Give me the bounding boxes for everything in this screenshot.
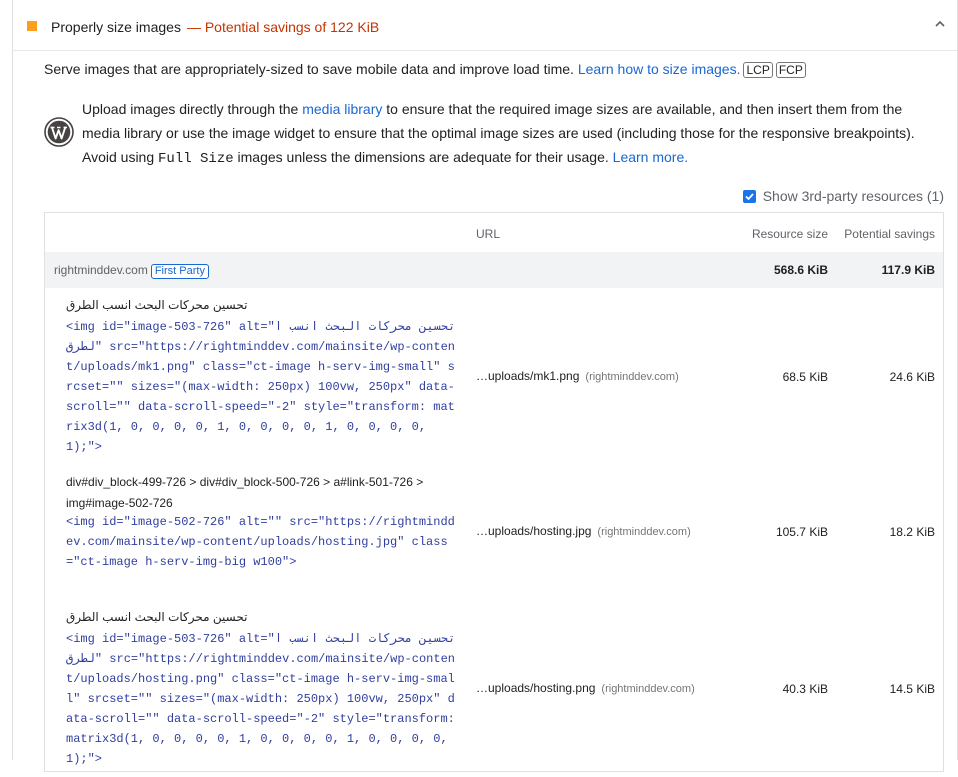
resources-table: URL Resource size Potential savings righ… xyxy=(44,212,944,772)
url-cell[interactable]: …uploads/hosting.jpg (rightminddev.com) xyxy=(476,524,691,538)
learn-more-link[interactable]: Learn more. xyxy=(613,149,688,165)
url-column-header: URL xyxy=(476,227,501,241)
origin-name: rightminddev.com xyxy=(54,263,148,277)
potential-savings-cell: 14.5 KiB xyxy=(889,682,935,696)
audit-panel: Properly size images — Potential savings … xyxy=(12,0,958,772)
potential-savings-cell: 24.6 KiB xyxy=(889,370,935,384)
full-size-code: Full Size xyxy=(158,151,234,167)
url-host: (rightminddev.com) xyxy=(597,526,691,538)
node-label: div#div_block-499-726 > div#div_block-50… xyxy=(66,475,424,510)
fcp-tag: FCP xyxy=(775,62,806,78)
lcp-tag: LCP xyxy=(743,62,773,78)
url-host: (rightminddev.com) xyxy=(601,683,695,695)
group-row: rightminddev.com First Party 568.6 KiB 11… xyxy=(45,252,943,288)
group-resource-size: 568.6 KiB xyxy=(773,263,828,277)
resource-size-cell: 68.5 KiB xyxy=(782,370,828,384)
table-row[interactable]: تحسين محركات البحث انسب الطرق <img id="i… xyxy=(45,607,943,777)
stack-pack-text: Upload images directly through the media… xyxy=(82,97,932,171)
node-label: تحسين محركات البحث انسب الطرق xyxy=(66,298,248,312)
node-snippet: <img id="image-502-726" alt="" src="http… xyxy=(66,515,455,569)
first-party-badge: First Party xyxy=(150,264,209,279)
url-cell[interactable]: …uploads/mk1.png (rightminddev.com) xyxy=(476,369,679,383)
third-party-label: Show 3rd-party resources (1) xyxy=(762,188,944,204)
third-party-toggle[interactable]: Show 3rd-party resources (1) xyxy=(742,188,944,204)
node-label: تحسين محركات البحث انسب الطرق xyxy=(66,610,248,624)
audit-title: Properly size images — Potential savings … xyxy=(51,19,379,35)
group-potential-savings: 117.9 KiB xyxy=(881,263,935,277)
origin-cell: rightminddev.com First Party xyxy=(54,263,209,279)
savings-column-header: Potential savings xyxy=(844,227,935,241)
resource-size-cell: 105.7 KiB xyxy=(775,525,828,539)
url-host: (rightminddev.com) xyxy=(585,371,679,383)
url-text: …uploads/hosting.jpg xyxy=(476,524,592,538)
url-text: …uploads/hosting.png xyxy=(476,681,596,695)
warning-status-icon xyxy=(27,21,37,31)
table-row[interactable]: تحسين محركات البحث انسب الطرق <img id="i… xyxy=(45,295,943,460)
checkmark-icon xyxy=(745,192,754,200)
learn-how-to-size-images-link[interactable]: Learn how to size images. xyxy=(578,61,741,77)
stack-pack-pre: Upload images directly through the xyxy=(82,101,303,117)
url-cell[interactable]: …uploads/hosting.png (rightminddev.com) xyxy=(476,681,695,695)
chevron-up-icon[interactable] xyxy=(933,17,947,31)
node-snippet: <img id="image-503-726" alt="تحسين محركا… xyxy=(66,320,456,454)
url-text: …uploads/mk1.png xyxy=(476,369,580,383)
potential-savings-cell: 18.2 KiB xyxy=(889,525,935,539)
size-column-header: Resource size xyxy=(751,227,828,241)
audit-savings: — Potential savings of 122 KiB xyxy=(186,19,380,35)
audit-header[interactable]: Properly size images — Potential savings … xyxy=(13,0,957,51)
resource-size-cell: 40.3 KiB xyxy=(782,682,828,696)
node-snippet: <img id="image-503-726" alt="تحسين محركا… xyxy=(66,632,463,766)
table-row[interactable]: div#div_block-499-726 > div#div_block-50… xyxy=(45,472,943,602)
third-party-checkbox[interactable] xyxy=(742,189,756,203)
wordpress-icon xyxy=(44,117,74,147)
stack-pack-post: images unless the dimensions are adequat… xyxy=(233,149,613,165)
audit-title-text: Properly size images xyxy=(51,19,181,35)
audit-description: Serve images that are appropriately-size… xyxy=(44,61,806,78)
media-library-link[interactable]: media library xyxy=(302,101,382,117)
description-text: Serve images that are appropriately-size… xyxy=(44,61,578,77)
